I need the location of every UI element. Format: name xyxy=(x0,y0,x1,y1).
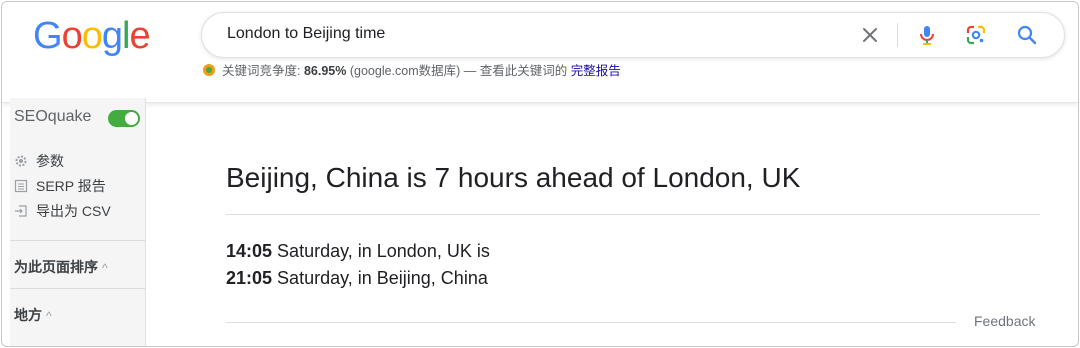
keyword-difficulty-source: (google.com数据库) — 查看此关键词的 xyxy=(349,64,568,78)
search-icon[interactable] xyxy=(1015,23,1039,47)
section-label: 为此页面排序 xyxy=(14,259,98,275)
answer-bottom-divider xyxy=(226,322,956,323)
section-label: 地方 xyxy=(14,307,42,323)
london-time-line: 14:05 Saturday, in London, UK is xyxy=(226,241,490,262)
sidebar-item-label: 参数 xyxy=(36,153,64,169)
toggle-knob xyxy=(125,112,138,125)
google-logo[interactable]: Google xyxy=(33,14,151,58)
browser-frame: Google London to Beijing time 关键词竞争度: 86… xyxy=(1,1,1079,347)
beijing-time: 21:05 xyxy=(226,268,273,288)
seoquake-title: SEOquake xyxy=(14,108,92,125)
keyword-difficulty-label: 关键词竞争度: xyxy=(222,64,301,78)
chevron-up-icon: ^ xyxy=(102,261,108,275)
sidebar-section-page-ranking[interactable]: 为此页面排序 ^ xyxy=(14,257,108,277)
beijing-time-text: Saturday, in Beijing, China xyxy=(272,268,488,288)
answer-divider xyxy=(226,214,1040,215)
keyword-difficulty-value: 86.95% xyxy=(303,64,347,78)
logo-letter: G xyxy=(33,15,63,57)
sidebar-item-label: SERP 报告 xyxy=(36,178,106,194)
time-difference-title: Beijing, China is 7 hours ahead of Londo… xyxy=(226,162,801,193)
chevron-up-icon: ^ xyxy=(46,309,52,323)
logo-letter: o xyxy=(81,15,103,57)
logo-letter: o xyxy=(61,15,83,57)
seoquake-logo-icon xyxy=(202,63,216,77)
search-query-text[interactable]: London to Beijing time xyxy=(227,25,385,43)
export-icon xyxy=(14,204,28,218)
close-icon[interactable] xyxy=(858,23,882,47)
logo-letter: e xyxy=(129,15,150,57)
seoquake-toggle[interactable] xyxy=(108,110,140,127)
search-header: Google London to Beijing time 关键词竞争度: 86… xyxy=(2,2,1078,103)
gear-icon xyxy=(14,154,28,168)
google-lens-icon[interactable] xyxy=(964,23,988,47)
microphone-icon[interactable] xyxy=(915,23,939,47)
seoquake-sidebar: SEOquake 参数 SERP 报告 导出为 CSV 为此页面排序 ^ 地方 ^ xyxy=(10,98,146,346)
search-input[interactable]: London to Beijing time xyxy=(201,12,1065,58)
report-icon xyxy=(14,179,28,193)
beijing-time-line: 21:05 Saturday, in Beijing, China xyxy=(226,268,488,289)
sidebar-divider xyxy=(10,288,145,289)
full-report-link[interactable]: 完整报告 xyxy=(571,64,621,78)
sidebar-item-export-csv[interactable]: 导出为 CSV xyxy=(14,201,111,221)
london-time: 14:05 xyxy=(226,241,273,261)
sidebar-section-local[interactable]: 地方 ^ xyxy=(14,305,52,325)
logo-letter: g xyxy=(101,15,123,57)
sidebar-item-parameters[interactable]: 参数 xyxy=(14,151,64,171)
sidebar-item-label: 导出为 CSV xyxy=(36,203,111,219)
search-divider xyxy=(897,23,898,47)
london-time-text: Saturday, in London, UK is xyxy=(272,241,490,261)
sidebar-item-serp-report[interactable]: SERP 报告 xyxy=(14,176,106,196)
sidebar-divider xyxy=(10,240,145,241)
keyword-difficulty-bar: 关键词竞争度: 86.95% (google.com数据库) — 查看此关键词的… xyxy=(202,60,621,79)
feedback-link[interactable]: Feedback xyxy=(974,313,1035,329)
